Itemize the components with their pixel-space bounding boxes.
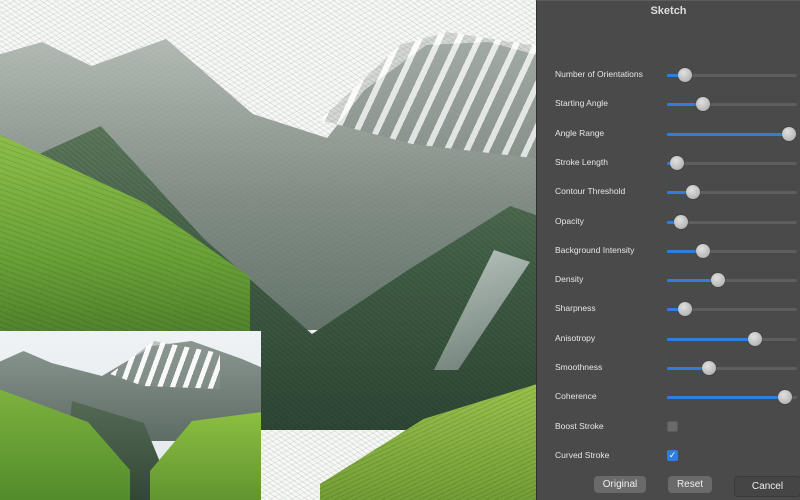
smoothness-slider-knob[interactable]	[701, 361, 716, 375]
anisotropy-slider-fill	[667, 338, 756, 341]
boost-stroke-checkbox[interactable]	[667, 421, 678, 432]
control-row-opacity: Opacity	[555, 215, 800, 231]
original-thumbnail	[0, 331, 261, 500]
control-row-anisotropy: Anisotropy	[555, 332, 800, 348]
opacity-slider-knob[interactable]	[674, 215, 689, 229]
control-row-boost-stroke: Boost Stroke	[555, 420, 800, 436]
density-slider[interactable]	[667, 273, 797, 287]
checkmark-icon: ✓	[668, 450, 677, 460]
curved-stroke-checkbox[interactable]: ✓	[667, 450, 678, 461]
control-row-starting-angle: Starting Angle	[555, 97, 800, 113]
number-of-orientations-slider[interactable]	[667, 68, 797, 82]
background-intensity-slider[interactable]	[667, 244, 797, 258]
reset-button[interactable]: Reset	[668, 476, 712, 493]
control-row-sharpness: Sharpness	[555, 302, 800, 318]
coherence-label: Coherence	[555, 391, 597, 401]
starting-angle-slider-knob[interactable]	[696, 97, 711, 111]
control-row-number-of-orientations: Number of Orientations	[555, 68, 800, 84]
smoothness-slider[interactable]	[667, 361, 797, 375]
number-of-orientations-slider-knob[interactable]	[678, 68, 693, 82]
contour-threshold-slider-knob[interactable]	[686, 185, 700, 199]
angle-range-slider[interactable]	[667, 127, 797, 141]
control-row-curved-stroke: Curved Stroke ✓	[555, 449, 800, 465]
control-row-angle-range: Angle Range	[555, 127, 800, 143]
background-intensity-slider-knob[interactable]	[696, 244, 711, 258]
control-row-background-intensity: Background Intensity	[555, 244, 800, 260]
control-row-contour-threshold: Contour Threshold	[555, 185, 800, 201]
control-row-stroke-length: Stroke Length	[555, 156, 800, 172]
control-row-coherence: Coherence	[555, 390, 800, 406]
starting-angle-label: Starting Angle	[555, 98, 608, 108]
coherence-slider[interactable]	[667, 390, 797, 404]
background-intensity-label: Background Intensity	[555, 245, 635, 255]
coherence-slider-fill	[667, 396, 786, 399]
anisotropy-slider[interactable]	[667, 332, 797, 346]
coherence-slider-knob[interactable]	[778, 390, 793, 404]
sketch-panel: Sketch Number of Orientations Starting An…	[536, 0, 800, 500]
contour-threshold-slider[interactable]	[667, 185, 797, 199]
stroke-length-label: Stroke Length	[555, 157, 608, 167]
number-of-orientations-label: Number of Orientations	[555, 69, 643, 79]
density-label: Density	[555, 274, 584, 284]
original-button[interactable]: Original	[594, 476, 646, 493]
sharpness-label: Sharpness	[555, 303, 596, 313]
opacity-label: Opacity	[555, 216, 584, 226]
panel-title: Sketch	[650, 5, 687, 17]
angle-range-slider-knob[interactable]	[782, 127, 797, 141]
opacity-slider[interactable]	[667, 215, 797, 229]
anisotropy-slider-knob[interactable]	[748, 332, 763, 346]
contour-threshold-label: Contour Threshold	[555, 186, 626, 196]
control-row-smoothness: Smoothness	[555, 361, 800, 377]
cancel-button[interactable]: Cancel	[734, 476, 800, 497]
stroke-length-slider-knob[interactable]	[670, 156, 685, 170]
starting-angle-slider[interactable]	[667, 97, 797, 111]
boost-stroke-label: Boost Stroke	[555, 421, 604, 431]
density-slider-knob[interactable]	[710, 273, 725, 287]
anisotropy-label: Anisotropy	[555, 333, 596, 343]
smoothness-label: Smoothness	[555, 362, 603, 372]
sharpness-slider[interactable]	[667, 302, 797, 316]
control-row-density: Density	[555, 273, 800, 289]
angle-range-label: Angle Range	[555, 128, 605, 138]
stroke-length-slider[interactable]	[667, 156, 797, 170]
sharpness-slider-knob[interactable]	[678, 302, 693, 316]
angle-range-slider-fill	[667, 133, 790, 136]
curved-stroke-label: Curved Stroke	[555, 450, 610, 460]
